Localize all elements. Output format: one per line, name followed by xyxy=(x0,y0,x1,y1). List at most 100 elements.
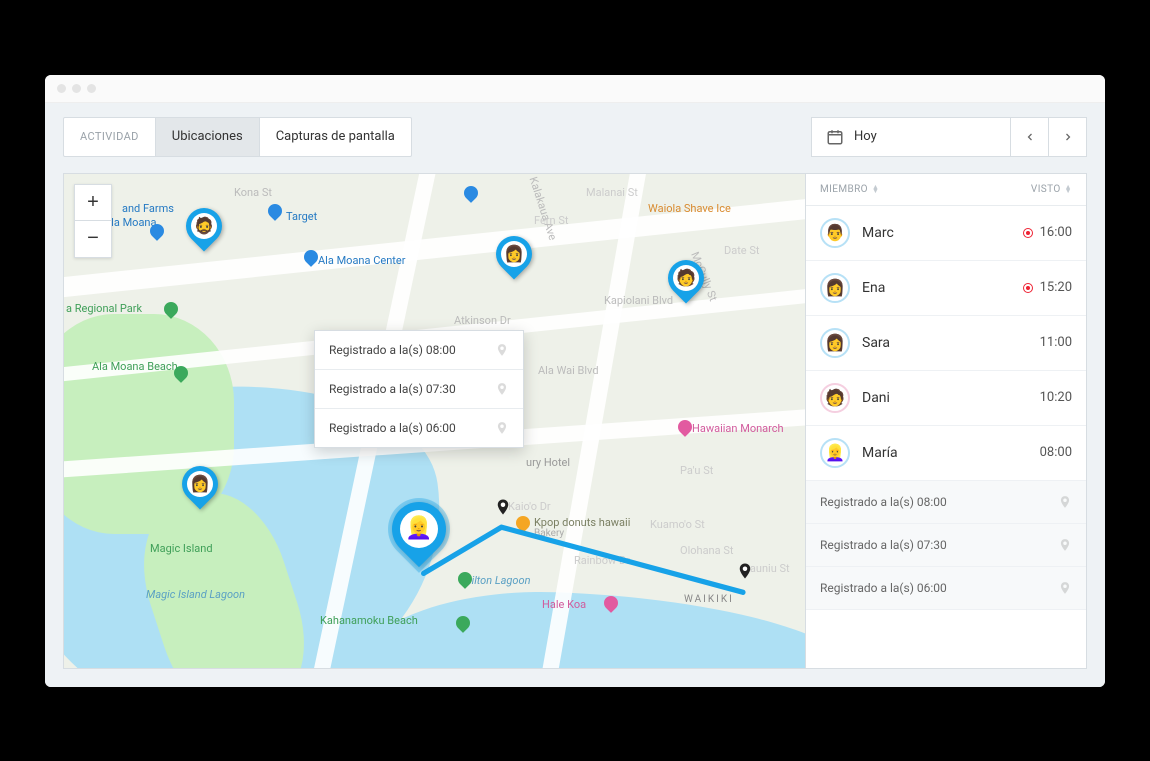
log-text: Registrado a la(s) 08:00 xyxy=(820,495,947,509)
panel-header: MIEMBRO ▲▼ VISTO ▲▼ xyxy=(806,174,1086,206)
map-label: Magic Island Lagoon xyxy=(146,588,245,601)
member-name: Ena xyxy=(862,280,885,296)
toolbar-area: ACTIVIDAD Ubicaciones Capturas de pantal… xyxy=(45,103,1105,157)
map-label: ury Hotel xyxy=(526,456,570,469)
col-member-label: MIEMBRO xyxy=(820,184,868,195)
map-label: Magic Island xyxy=(150,542,213,555)
checkin-log: Registrado a la(s) 08:00 Registrado a la(… xyxy=(806,481,1086,610)
sort-by-member[interactable]: MIEMBRO ▲▼ xyxy=(820,184,879,195)
map-label: and Farms xyxy=(122,202,174,215)
tab-activity[interactable]: ACTIVIDAD xyxy=(64,118,156,156)
member-row[interactable]: 👱‍♀️ María 08:00 xyxy=(806,426,1086,481)
member-name: Sara xyxy=(862,335,890,351)
map-label: Atkinson Dr xyxy=(454,314,511,327)
map-label: Date St xyxy=(724,244,760,257)
location-pin-icon xyxy=(1058,538,1072,552)
zoom-out-button[interactable]: − xyxy=(75,221,111,257)
avatar: 👱‍♀️ xyxy=(820,438,850,468)
map-label: Kuamo'o St xyxy=(650,518,705,531)
popup-text: Registrado a la(s) 07:30 xyxy=(329,382,456,396)
map-label: Rainbow Dr xyxy=(574,554,630,567)
log-row[interactable]: Registrado a la(s) 06:00 xyxy=(806,567,1086,610)
popup-entry[interactable]: Registrado a la(s) 08:00 xyxy=(315,331,523,370)
member-seen-time: 15:20 xyxy=(1024,280,1072,295)
member-seen-time: 10:20 xyxy=(1040,390,1072,405)
map-label: Ala Moana Center xyxy=(318,254,405,267)
map[interactable]: and Farms Ala Moana Target Ala Moana Cen… xyxy=(63,173,805,669)
map-label: a Regional Park xyxy=(66,302,142,315)
popup-entry[interactable]: Registrado a la(s) 07:30 xyxy=(315,370,523,409)
map-label: Kaio'o Dr xyxy=(508,500,551,513)
map-label: Malanai St xyxy=(586,186,638,199)
member-seen-time: 16:00 xyxy=(1024,225,1072,240)
avatar: 👨 xyxy=(820,218,850,248)
map-label: Target xyxy=(286,210,317,223)
chevron-left-icon xyxy=(1024,131,1036,143)
view-tabs: ACTIVIDAD Ubicaciones Capturas de pantal… xyxy=(63,117,412,157)
date-next-button[interactable] xyxy=(1049,117,1087,157)
avatar: 👩 xyxy=(820,328,850,358)
map-label: Hawaiian Monarch xyxy=(692,422,784,435)
traffic-dot xyxy=(87,84,96,93)
avatar: 👩 xyxy=(820,273,850,303)
date-prev-button[interactable] xyxy=(1011,117,1049,157)
zoom-in-button[interactable]: + xyxy=(75,185,111,221)
location-pin-icon xyxy=(495,382,509,396)
map-label: Kahanamoku Beach xyxy=(320,614,418,627)
member-row[interactable]: 👨 Marc 16:00 xyxy=(806,206,1086,261)
map-zoom-control: + − xyxy=(74,184,112,258)
date-label: Hoy xyxy=(854,129,877,144)
content-area: and Farms Ala Moana Target Ala Moana Cen… xyxy=(45,157,1105,687)
tab-screenshots[interactable]: Capturas de pantalla xyxy=(260,118,411,156)
map-popup: Registrado a la(s) 08:00 Registrado a la… xyxy=(314,330,524,448)
sort-caret-icon: ▲▼ xyxy=(872,185,879,193)
live-indicator-icon xyxy=(1024,229,1032,237)
popup-text: Registrado a la(s) 08:00 xyxy=(329,343,456,357)
map-label: Olohana St xyxy=(680,544,733,557)
traffic-dot xyxy=(57,84,66,93)
log-row[interactable]: Registrado a la(s) 07:30 xyxy=(806,524,1086,567)
map-label: Ala Wai Blvd xyxy=(538,364,599,377)
map-label: Bakery xyxy=(534,528,564,539)
map-label: Pa'u St xyxy=(680,464,713,477)
map-label: Hilton Lagoon xyxy=(464,574,530,587)
date-picker[interactable]: Hoy xyxy=(811,117,1011,157)
route-waypoint-icon xyxy=(494,494,512,520)
map-label: WAIKIKI xyxy=(684,594,734,605)
popup-text: Registrado a la(s) 06:00 xyxy=(329,421,456,435)
log-row[interactable]: Registrado a la(s) 08:00 xyxy=(806,481,1086,524)
tab-locations[interactable]: Ubicaciones xyxy=(156,118,260,156)
route-waypoint-icon xyxy=(736,558,754,584)
col-seen-label: VISTO xyxy=(1031,184,1061,195)
popup-entry[interactable]: Registrado a la(s) 06:00 xyxy=(315,409,523,447)
live-indicator-icon xyxy=(1024,284,1032,292)
sort-caret-icon: ▲▼ xyxy=(1065,185,1072,193)
member-row[interactable]: 🧑 Dani 10:20 xyxy=(806,371,1086,426)
members-list: 👨 Marc 16:00 👩 Ena 15:20 👩 Sara 11:00 🧑 Dani 10:20 👱… xyxy=(806,206,1086,481)
location-pin-icon xyxy=(495,343,509,357)
member-seen-time: 08:00 xyxy=(1040,445,1072,460)
avatar: 🧑 xyxy=(820,383,850,413)
member-name: Dani xyxy=(862,390,890,406)
member-name: María xyxy=(862,445,898,461)
location-pin-icon xyxy=(495,421,509,435)
location-pin-icon xyxy=(1058,495,1072,509)
window-titlebar xyxy=(45,75,1105,103)
map-label: Waiola Shave Ice xyxy=(648,202,731,215)
map-label: Hale Koa xyxy=(542,598,586,611)
member-row[interactable]: 👩 Sara 11:00 xyxy=(806,316,1086,371)
map-label: Kona St xyxy=(234,186,272,199)
map-label: Kapiolani Blvd xyxy=(604,294,673,307)
member-name: Marc xyxy=(862,225,894,241)
traffic-dot xyxy=(72,84,81,93)
log-text: Registrado a la(s) 06:00 xyxy=(820,581,947,595)
member-seen-time: 11:00 xyxy=(1040,335,1072,350)
app-window: ACTIVIDAD Ubicaciones Capturas de pantal… xyxy=(45,75,1105,687)
date-navigator: Hoy xyxy=(811,117,1087,157)
log-text: Registrado a la(s) 07:30 xyxy=(820,538,947,552)
chevron-right-icon xyxy=(1062,131,1074,143)
member-row[interactable]: 👩 Ena 15:20 xyxy=(806,261,1086,316)
calendar-icon xyxy=(826,128,844,146)
sort-by-seen[interactable]: VISTO ▲▼ xyxy=(1031,184,1072,195)
map-label: Ala Moana Beach xyxy=(92,360,178,373)
